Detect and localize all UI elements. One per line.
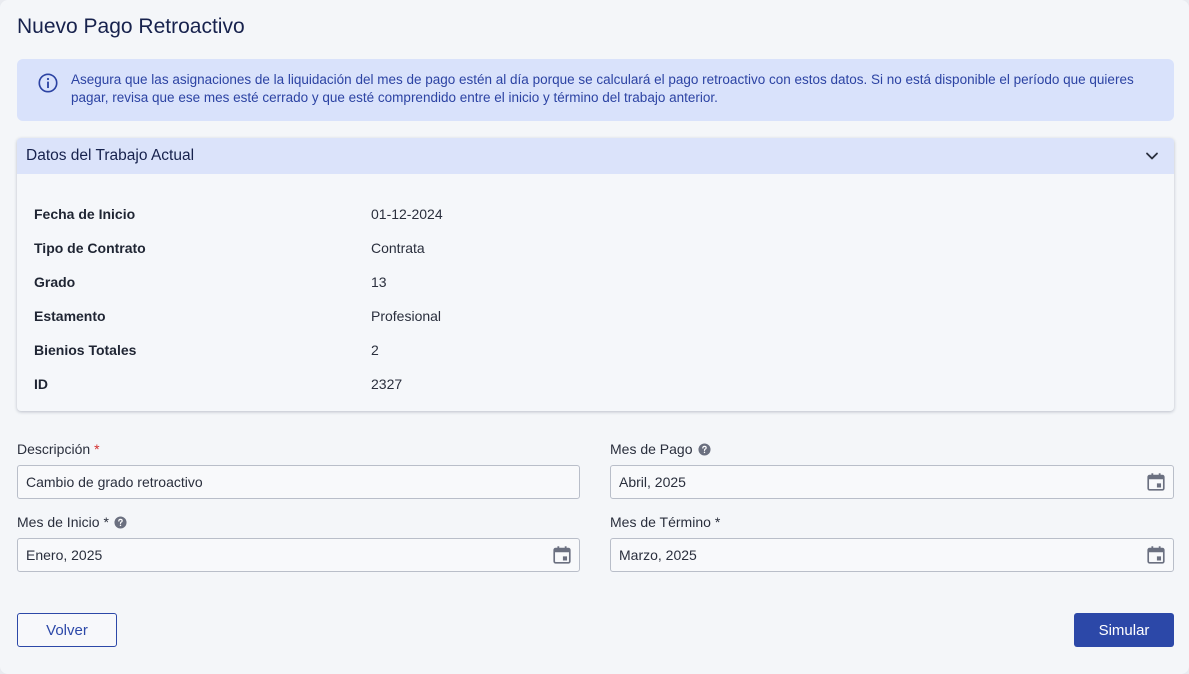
back-button[interactable]: Volver: [17, 613, 117, 647]
mes-termino-label-text: Mes de Término: [610, 514, 711, 530]
job-details-card: Datos del Trabajo Actual Fecha de Inicio…: [17, 138, 1174, 411]
descripcion-input[interactable]: Cambio de grado retroactivo: [17, 465, 580, 499]
mes-inicio-input[interactable]: Enero, 2025: [17, 538, 580, 572]
detail-row-id: ID 2327: [17, 367, 1174, 401]
info-icon: [38, 73, 58, 93]
calendar-icon[interactable]: [551, 544, 573, 566]
detail-value: 2327: [371, 376, 403, 392]
detail-value: 2: [371, 342, 379, 358]
detail-value: Contrata: [371, 240, 425, 256]
mes-pago-label-text: Mes de Pago: [610, 441, 693, 457]
detail-value: Profesional: [371, 308, 442, 324]
job-details-list: Fecha de Inicio 01-12-2024 Tipo de Contr…: [17, 174, 1174, 401]
required-mark: *: [94, 441, 100, 457]
mes-inicio-field: Mes de Inicio * Enero, 2025: [17, 513, 580, 572]
mes-inicio-label-text: Mes de Inicio: [17, 514, 100, 530]
help-icon[interactable]: [114, 515, 127, 529]
mes-inicio-value: Enero, 2025: [26, 547, 103, 563]
info-alert: Asegura que las asignaciones de la liqui…: [17, 59, 1174, 121]
detail-label: Grado: [34, 274, 76, 290]
required-mark: *: [103, 514, 109, 530]
mes-pago-label: Mes de Pago: [610, 440, 1174, 458]
job-details-title: Datos del Trabajo Actual: [26, 147, 195, 164]
job-details-header[interactable]: Datos del Trabajo Actual: [17, 138, 1174, 174]
chevron-down-icon[interactable]: [1144, 148, 1160, 164]
detail-label: ID: [34, 376, 48, 392]
mes-inicio-label: Mes de Inicio *: [17, 513, 580, 531]
detail-label: Estamento: [34, 308, 106, 324]
detail-row-grado: Grado 13: [17, 265, 1174, 299]
detail-label: Bienios Totales: [34, 342, 137, 358]
mes-pago-input[interactable]: Abril, 2025: [610, 465, 1174, 499]
descripcion-value: Cambio de grado retroactivo: [26, 474, 203, 490]
detail-row-estamento: Estamento Profesional: [17, 299, 1174, 333]
mes-termino-field: Mes de Término * Marzo, 2025: [610, 513, 1174, 572]
descripcion-label: Descripción *: [17, 440, 580, 458]
calendar-icon[interactable]: [1145, 471, 1167, 493]
calendar-icon[interactable]: [1145, 544, 1167, 566]
detail-row-fecha-inicio: Fecha de Inicio 01-12-2024: [17, 197, 1174, 231]
detail-row-tipo-contrato: Tipo de Contrato Contrata: [17, 231, 1174, 265]
mes-pago-field: Mes de Pago Abril, 2025: [610, 440, 1174, 499]
detail-label: Tipo de Contrato: [34, 240, 146, 256]
detail-value: 13: [371, 274, 387, 290]
help-icon[interactable]: [697, 442, 711, 456]
required-mark: *: [714, 514, 721, 530]
mes-termino-label: Mes de Término *: [610, 513, 1174, 531]
detail-label: Fecha de Inicio: [34, 206, 136, 222]
detail-value: 01-12-2024: [371, 206, 443, 222]
descripcion-label-text: Descripción: [17, 441, 91, 457]
detail-row-bienios: Bienios Totales 2: [17, 333, 1174, 367]
simulate-button[interactable]: Simular: [1074, 613, 1174, 647]
retro-payment-panel: Nuevo Pago Retroactivo Asegura que las a…: [0, 0, 1189, 674]
mes-termino-value: Marzo, 2025: [619, 547, 697, 563]
page-title: Nuevo Pago Retroactivo: [17, 15, 245, 38]
mes-termino-input[interactable]: Marzo, 2025: [610, 538, 1174, 572]
descripcion-field: Descripción * Cambio de grado retroactiv…: [17, 440, 580, 499]
alert-message: Asegura que las asignaciones de la liqui…: [71, 72, 1134, 105]
mes-pago-value: Abril, 2025: [619, 474, 686, 490]
